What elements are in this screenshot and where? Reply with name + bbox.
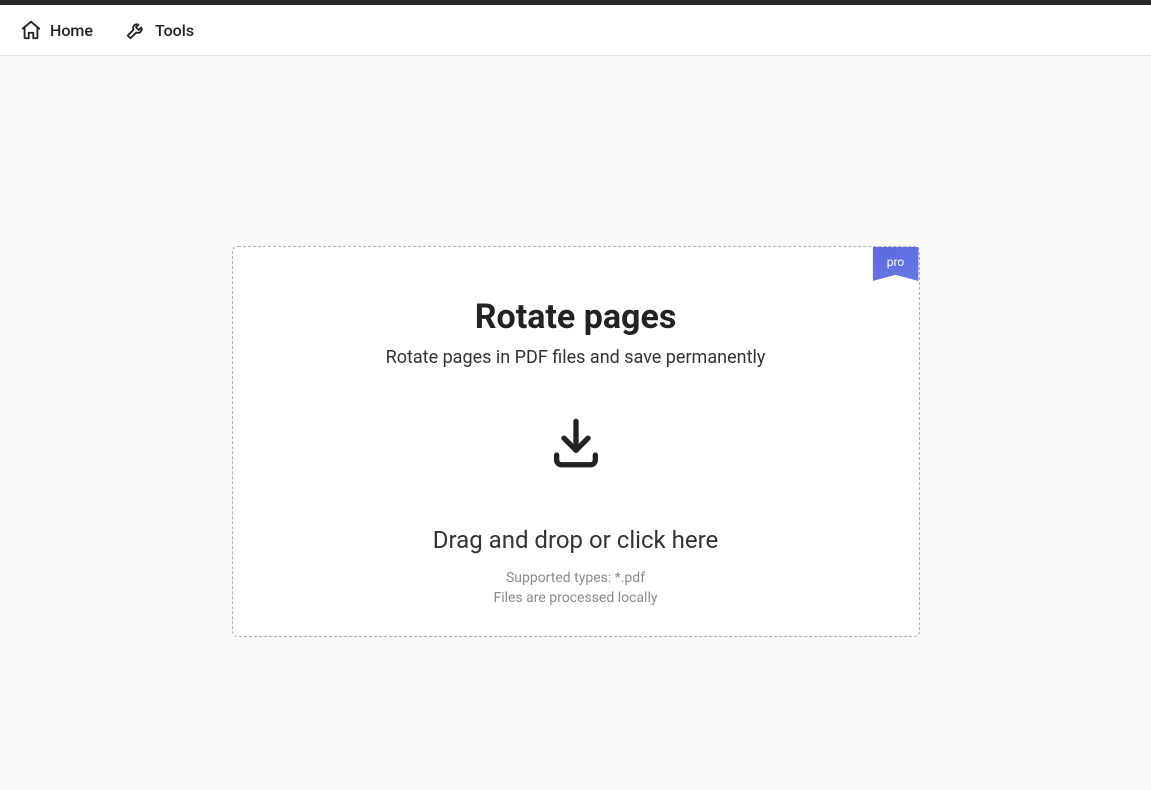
pro-badge-label: pro [887,255,905,269]
wrench-icon [125,19,147,41]
drop-instruction: Drag and drop or click here [433,526,719,554]
nav-tools[interactable]: Tools [125,19,194,41]
pro-badge: pro [873,247,919,281]
nav-tools-label: Tools [155,21,194,40]
main-content: pro Rotate pages Rotate pages in PDF fil… [0,56,1151,790]
navbar: Home Tools [0,5,1151,56]
privacy-note: Files are processed locally [493,590,657,606]
download-icon [547,414,605,476]
file-dropzone[interactable]: pro Rotate pages Rotate pages in PDF fil… [232,246,920,637]
supported-types: Supported types: *.pdf [506,570,645,586]
nav-home-label: Home [50,21,93,40]
nav-home[interactable]: Home [20,19,93,41]
page-title: Rotate pages [475,297,677,337]
page-subtitle: Rotate pages in PDF files and save perma… [386,347,766,368]
home-icon [20,19,42,41]
